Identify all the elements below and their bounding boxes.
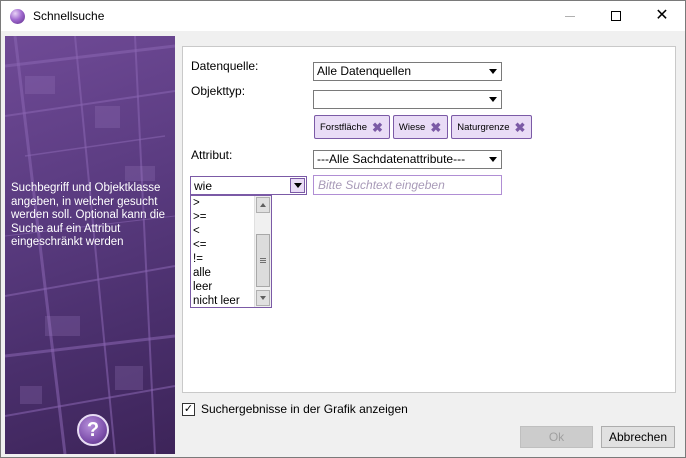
attribut-label: Attribut: <box>191 148 233 162</box>
operator-option[interactable]: <= <box>193 238 206 252</box>
operator-dropdown[interactable]: wie <box>190 176 307 195</box>
operator-value: wie <box>194 179 213 193</box>
chevron-down-icon <box>489 157 497 162</box>
datenquelle-label: Datenquelle: <box>191 59 259 73</box>
show-in-graphic-checkbox[interactable]: ✓ <box>182 402 195 416</box>
operator-option[interactable]: leer <box>193 280 212 294</box>
scroll-thumb[interactable] <box>256 234 270 287</box>
show-in-graphic-label: Suchergebnisse in der Grafik anzeigen <box>201 402 408 416</box>
datenquelle-value: Alle Datenquellen <box>317 64 412 78</box>
operator-option[interactable]: >= <box>193 210 206 224</box>
operator-option[interactable]: != <box>193 252 203 266</box>
chevron-down-icon <box>489 97 497 102</box>
selected-object-types: Forstfläche ✖ Wiese ✖ Naturgrenze ✖ <box>314 115 533 139</box>
objekttyp-dropdown[interactable] <box>313 90 502 109</box>
search-form-panel: Datenquelle: Alle Datenquellen Objekttyp… <box>182 46 676 393</box>
operator-option[interactable]: alle <box>193 266 211 280</box>
minimize-button[interactable] <box>547 1 593 31</box>
remove-tag-icon[interactable]: ✖ <box>430 121 441 134</box>
maximize-icon <box>611 11 621 21</box>
operator-option[interactable]: nicht leer <box>193 294 240 307</box>
operator-options-list: > >= < <= != alle leer nicht leer <box>190 195 272 308</box>
operator-list-scrollbar[interactable] <box>254 196 271 307</box>
remove-tag-icon[interactable]: ✖ <box>372 121 383 134</box>
operator-option[interactable]: > <box>193 196 200 210</box>
sidebar-banner: Suchbegriff und Objektklasse angeben, in… <box>5 36 175 454</box>
quick-search-dialog: Schnellsuche ✕ Suchbegriff und Objektkla… <box>0 0 686 458</box>
close-button[interactable]: ✕ <box>639 1 685 31</box>
window-title: Schnellsuche <box>33 9 105 23</box>
objekttyp-label: Objekttyp: <box>191 84 246 98</box>
tag-label: Forstfläche <box>320 121 367 133</box>
show-in-graphic-option[interactable]: ✓ Suchergebnisse in der Grafik anzeigen <box>182 402 408 416</box>
help-button[interactable]: ? <box>77 414 109 446</box>
search-text-input[interactable]: Bitte Suchtext eingeben <box>313 175 502 195</box>
grip-icon <box>260 258 266 263</box>
tag-label: Naturgrenze <box>457 121 510 133</box>
cancel-button[interactable]: Abbrechen <box>601 426 675 448</box>
scroll-up-button[interactable] <box>256 197 270 213</box>
tag-naturgrenze[interactable]: Naturgrenze ✖ <box>451 115 533 139</box>
operator-dropdown-button[interactable] <box>290 178 305 193</box>
arrow-up-icon <box>260 203 266 207</box>
minimize-icon <box>565 15 575 17</box>
maximize-button[interactable] <box>593 1 639 31</box>
operator-option[interactable]: < <box>193 224 200 238</box>
tag-forstflaeche[interactable]: Forstfläche ✖ <box>314 115 390 139</box>
arrow-down-icon <box>260 296 266 300</box>
tag-wiese[interactable]: Wiese ✖ <box>392 115 449 139</box>
chevron-down-icon <box>489 69 497 74</box>
ok-button[interactable]: Ok <box>520 426 593 448</box>
close-icon: ✕ <box>655 7 669 24</box>
attribut-value: ---Alle Sachdatenattribute--- <box>317 152 466 166</box>
tag-label: Wiese <box>398 121 426 133</box>
chevron-down-icon <box>293 183 302 188</box>
title-bar: Schnellsuche ✕ <box>1 1 685 31</box>
remove-tag-icon[interactable]: ✖ <box>515 121 526 134</box>
datenquelle-dropdown[interactable]: Alle Datenquellen <box>313 62 502 81</box>
attribut-dropdown[interactable]: ---Alle Sachdatenattribute--- <box>313 150 502 169</box>
sidebar-description: Suchbegriff und Objektklasse angeben, in… <box>11 182 166 248</box>
scroll-down-button[interactable] <box>256 290 270 306</box>
app-icon <box>10 9 25 24</box>
